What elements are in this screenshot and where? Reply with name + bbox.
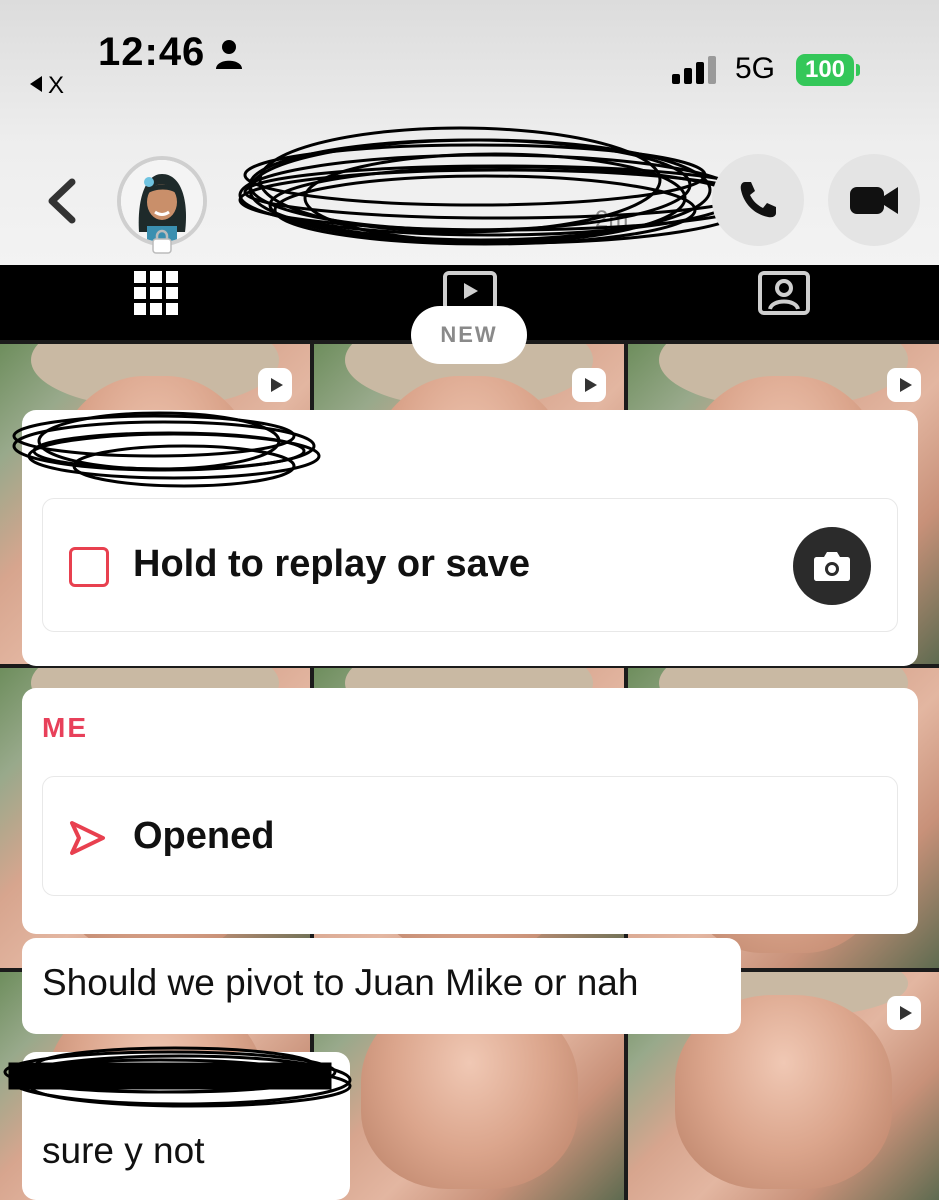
video-call-button[interactable] <box>828 154 920 246</box>
redaction-scribble <box>12 411 321 488</box>
stories-icon[interactable] <box>442 267 498 311</box>
battery-indicator: 100 <box>796 54 854 86</box>
message-text: Should we pivot to Juan Mike or nah <box>42 962 639 1003</box>
snap-opened-row[interactable]: Opened <box>42 776 898 896</box>
reel-icon <box>887 996 921 1030</box>
sent-snap-card: ME Opened <box>22 688 918 934</box>
signal-icon <box>672 56 716 84</box>
reply-camera-button[interactable] <box>793 527 871 605</box>
voice-call-button[interactable] <box>712 154 804 246</box>
back-chevron-icon[interactable] <box>42 178 82 224</box>
snap-replay-row[interactable]: Hold to replay or save <box>42 498 898 632</box>
unopened-snap-icon <box>69 547 109 587</box>
battery-tip <box>856 64 860 76</box>
camera-icon <box>814 552 850 581</box>
reel-icon <box>572 368 606 402</box>
grid-icon[interactable] <box>130 267 182 319</box>
message-text: sure y not <box>42 1130 205 1171</box>
back-to-app-link[interactable]: X <box>30 72 64 100</box>
video-camera-icon <box>850 187 898 214</box>
reel-icon <box>887 368 921 402</box>
message-bubble-sent[interactable]: Should we pivot to Juan Mike or nah <box>22 938 741 1034</box>
redaction-scribble <box>3 1046 352 1108</box>
phone-icon <box>740 182 776 218</box>
snap-status-text: Hold to replay or save <box>133 543 531 585</box>
redaction-scribble <box>238 126 760 246</box>
sender-label: ME <box>42 712 88 743</box>
profile-icon[interactable] <box>756 267 812 317</box>
person-icon <box>216 40 242 69</box>
sent-arrow-icon <box>70 821 105 855</box>
new-badge[interactable]: NEW <box>411 306 527 364</box>
status-time: 12:46 <box>98 30 206 74</box>
lock-icon <box>152 229 172 254</box>
back-triangle-icon <box>30 76 42 92</box>
network-type: 5G <box>735 52 776 85</box>
snap-opened-text: Opened <box>133 815 275 857</box>
chat-header: 12:46 X 5G 100 2m <box>0 0 939 265</box>
back-app-label: X <box>48 72 65 99</box>
